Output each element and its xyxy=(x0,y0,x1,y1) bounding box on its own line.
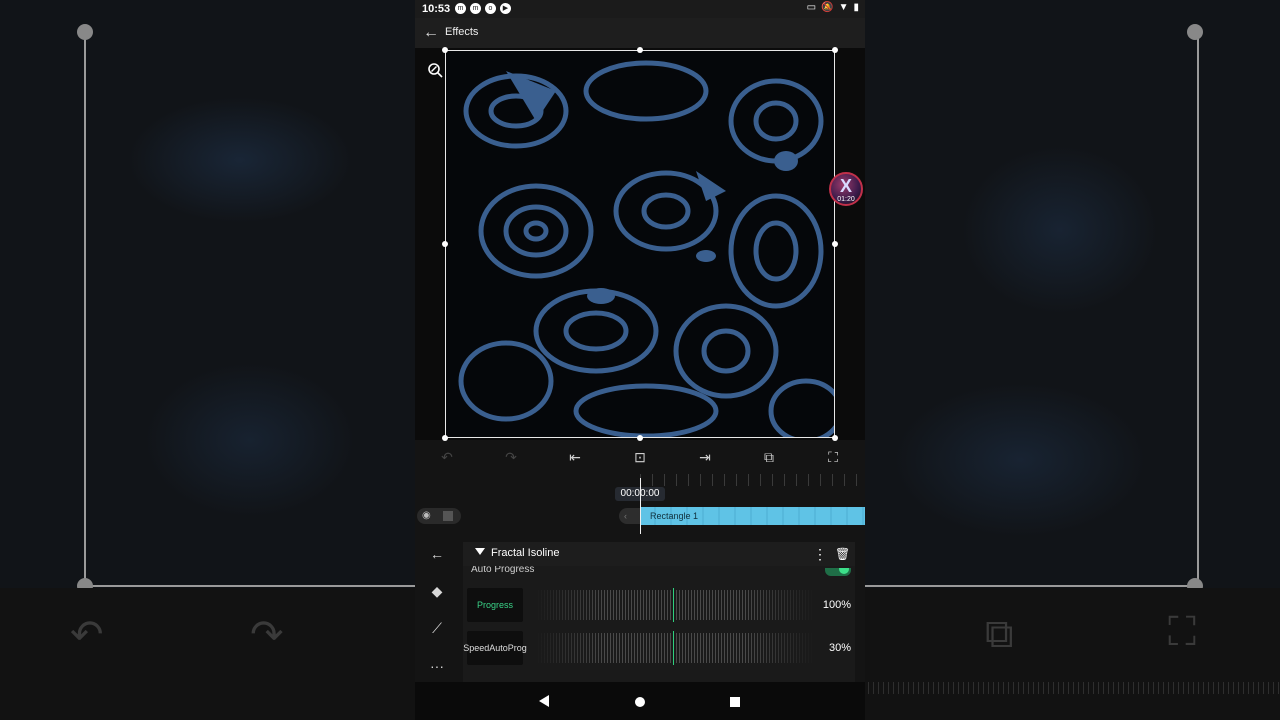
background-redo-icon: ↷ xyxy=(250,613,284,657)
nav-home-icon[interactable] xyxy=(635,697,645,707)
preview-canvas[interactable] xyxy=(445,50,835,438)
collapse-triangle-icon[interactable] xyxy=(475,548,485,555)
param-row-progress: Progress 100% xyxy=(467,588,855,622)
nav-back-icon[interactable] xyxy=(539,695,549,707)
param-label-line2: AutoProg xyxy=(489,642,527,653)
more-icon[interactable]: ··· xyxy=(427,656,447,676)
easing-curve-icon[interactable]: ⟋ xyxy=(427,618,447,638)
fractal-isoline-pattern xyxy=(446,51,834,437)
kebab-menu-icon[interactable]: ⋮ xyxy=(813,546,827,562)
resize-handle[interactable] xyxy=(442,47,448,53)
notification-app-icon: m xyxy=(470,3,481,14)
param-label-line1: Speed xyxy=(463,642,490,653)
floating-recorder-badge[interactable]: X 01:20 xyxy=(829,172,863,206)
effect-name: Fractal Isoline xyxy=(491,547,560,559)
editor-toolbar: ↶ ↷ ⇤ ⊡ ⇥ ⧉ ⛶ xyxy=(415,444,865,470)
undo-icon[interactable]: ↶ xyxy=(438,448,456,466)
jump-to-start-icon[interactable]: ⇤ xyxy=(566,448,584,466)
back-arrow-icon[interactable]: ← xyxy=(423,24,441,42)
background-handle xyxy=(77,24,93,40)
param-row-speed: Speed AutoProg 30% xyxy=(463,631,855,665)
toggle-knob xyxy=(839,568,849,574)
background-undo-icon: ↶ xyxy=(70,613,104,657)
timeline-clip[interactable]: Rectangle 1 xyxy=(640,507,865,525)
panel-side-rail: ← ◆ ⟋ ··· xyxy=(415,536,459,682)
effect-card: Fractal Isoline ⋮ 🗑 Auto Progress Progre… xyxy=(463,542,855,682)
eye-icon: ◉ xyxy=(422,510,431,521)
timeline[interactable]: 00:00:00 ◉ ‹ Rectangle 1 xyxy=(415,472,865,534)
jump-to-end-icon[interactable]: ⇥ xyxy=(696,448,714,466)
auto-progress-label: Auto Progress xyxy=(471,566,535,574)
play-store-icon: ▶ xyxy=(500,3,511,14)
resize-handle[interactable] xyxy=(832,241,838,247)
status-bar: 10:53 m m o ▶ ▭ 🔕 ▼ ▮ xyxy=(415,0,865,18)
dial-fade xyxy=(535,633,815,663)
effect-panel: ← ◆ ⟋ ··· Fractal Isoline ⋮ 🗑 Auto Progr… xyxy=(415,536,865,682)
resize-handle[interactable] xyxy=(442,241,448,247)
battery-icon: ▮ xyxy=(853,2,859,13)
redo-icon[interactable]: ↷ xyxy=(502,448,520,466)
param-value: 30% xyxy=(828,642,851,654)
resize-handle[interactable] xyxy=(442,435,448,441)
trash-icon[interactable]: 🗑 xyxy=(835,546,850,562)
resize-handle[interactable] xyxy=(637,435,643,441)
badge-letter: X xyxy=(839,176,852,196)
back-arrow-icon[interactable]: ← xyxy=(427,544,447,564)
duplicate-icon[interactable]: ⧉ xyxy=(760,448,778,466)
play-preview-icon[interactable]: ⊡ xyxy=(631,448,649,466)
resize-handle[interactable] xyxy=(637,47,643,53)
keyframe-icon[interactable]: ◆ xyxy=(427,581,447,601)
video-preview: X 01:20 xyxy=(415,47,865,441)
dial-center-marker xyxy=(673,631,674,665)
dial-center-marker xyxy=(673,588,674,622)
clip-trim-handle[interactable]: ‹ xyxy=(619,508,641,524)
timeline-ruler xyxy=(640,474,865,486)
resize-handle[interactable] xyxy=(832,47,838,53)
auto-progress-toggle[interactable] xyxy=(825,568,851,576)
mute-icon: 🔕 xyxy=(821,2,834,13)
background-ruler xyxy=(868,682,1280,694)
status-right-icons: ▭ 🔕 ▼ ▮ xyxy=(807,2,859,13)
notification-app-icon: o xyxy=(485,3,496,14)
badge-time: 01:20 xyxy=(837,196,855,203)
phone-screen: 10:53 m m o ▶ ▭ 🔕 ▼ ▮ ← Effects X 01:20 … xyxy=(415,0,865,720)
page-title: Effects xyxy=(445,26,479,38)
cast-icon: ▭ xyxy=(806,2,817,13)
app-bar: ← Effects xyxy=(415,18,865,48)
background-fullscreen-icon: ⛶ xyxy=(1168,610,1196,654)
effect-header[interactable]: Fractal Isoline ⋮ 🗑 xyxy=(463,542,855,566)
background-handle xyxy=(1187,24,1203,40)
playhead[interactable] xyxy=(640,478,641,534)
background-duplicate-icon: ⧉ xyxy=(985,612,1014,656)
zoom-icon[interactable] xyxy=(427,62,443,78)
notification-app-icon: m xyxy=(455,3,466,14)
status-time: 10:53 xyxy=(422,3,451,15)
system-nav-bar xyxy=(415,682,865,720)
fullscreen-icon[interactable]: ⛶ xyxy=(824,448,842,466)
param-button-progress[interactable]: Progress xyxy=(467,588,523,622)
param-value: 100% xyxy=(822,599,851,611)
resize-handle[interactable] xyxy=(832,435,838,441)
wifi-icon: ▼ xyxy=(838,2,849,13)
dial-fade xyxy=(535,590,815,620)
status-app-icons: m m o ▶ xyxy=(455,3,511,14)
layer-visibility-toggle[interactable]: ◉ xyxy=(417,508,461,524)
layer-thumbnail xyxy=(443,511,453,521)
param-button-speed[interactable]: Speed AutoProg xyxy=(463,631,527,665)
nav-recents-icon[interactable] xyxy=(730,697,740,707)
